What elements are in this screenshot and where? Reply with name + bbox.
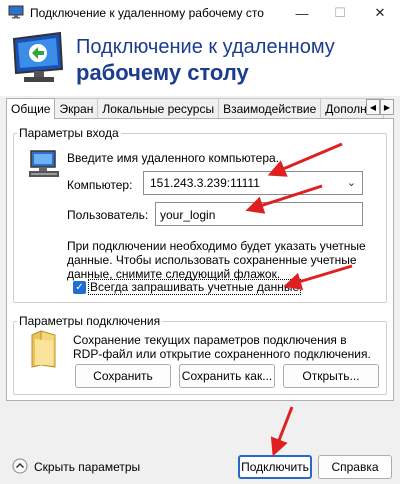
user-label: Пользователь: (67, 208, 149, 222)
close-button[interactable]: ✕ (360, 0, 400, 26)
tab-scroll-left-button[interactable]: ◀ (366, 99, 380, 115)
user-name-value: your_login (160, 208, 216, 222)
close-icon: ✕ (374, 5, 386, 20)
chevron-right-icon: ▶ (383, 102, 391, 112)
collapse-options-icon[interactable] (12, 458, 28, 474)
header-banner: Подключение к удаленному рабочему столу (0, 26, 400, 96)
open-button-label: Открыть... (302, 369, 360, 383)
connect-button[interactable]: Подключить (238, 455, 312, 479)
maximize-button[interactable]: ☐ (320, 0, 360, 26)
tab-general[interactable]: Общие (6, 98, 56, 119)
help-button-label: Справка (331, 460, 379, 474)
banner-title-line1: Подключение к удаленному (76, 36, 335, 58)
tab-label: Локальные ресурсы (102, 102, 215, 116)
save-button[interactable]: Сохранить (75, 364, 171, 388)
tab-display[interactable]: Экран (54, 98, 99, 118)
connect-button-label: Подключить (241, 460, 309, 474)
checkmark-icon: ✓ (75, 282, 84, 293)
chevron-left-icon: ◀ (369, 102, 377, 112)
connection-group-title: Параметры подключения (17, 314, 163, 328)
user-name-field[interactable]: your_login (155, 202, 363, 226)
always-ask-credentials-checkbox[interactable]: ✓ (73, 281, 86, 294)
banner-title-line2: рабочему столу (76, 60, 249, 85)
connection-desc-line2: RDP-файл или открытие сохраненного подкл… (73, 347, 371, 361)
minimize-icon: — (295, 5, 309, 21)
info-text-line2: данные. Чтобы использовать сохраненные у… (67, 253, 357, 267)
computer-combobox[interactable]: 151.243.3.239:11111 ⌄ (143, 171, 363, 195)
computer-value: 151.243.3.239:11111 (150, 176, 260, 190)
hide-options-link[interactable]: Скрыть параметры (34, 460, 140, 474)
login-group-title: Параметры входа (17, 126, 121, 140)
arrow-to-connect (270, 406, 294, 457)
save-as-button[interactable]: Сохранить как... (179, 364, 275, 388)
save-as-button-label: Сохранить как... (181, 369, 273, 383)
help-button[interactable]: Справка (318, 455, 392, 479)
folder-icon (31, 330, 56, 368)
computer-prompt-text: Введите имя удаленного компьютера. (67, 151, 280, 165)
minimize-button[interactable]: — (282, 0, 322, 26)
tab-label: Экран (59, 102, 94, 116)
always-ask-credentials-label[interactable]: Всегда запрашивать учетные данные (88, 279, 302, 295)
remote-desktop-logo-icon (12, 31, 64, 82)
open-button[interactable]: Открыть... (283, 364, 379, 388)
tab-experience[interactable]: Взаимодействие (218, 98, 322, 118)
connection-desc-line1: Сохранение текущих параметров подключени… (73, 333, 347, 347)
remote-desktop-icon (8, 5, 24, 19)
computer-icon (29, 150, 59, 177)
window-title: Подключение к удаленному рабочему сто (30, 6, 264, 20)
tab-label: Общие (11, 102, 51, 116)
tab-strip: Общие Экран Локальные ресурсы Взаимодейс… (6, 98, 394, 119)
tab-label: Взаимодействие (223, 102, 317, 116)
chevron-down-icon: ⌄ (346, 177, 356, 189)
tab-scroll-right-button[interactable]: ▶ (380, 99, 394, 115)
tab-panel-general: Параметры входа Введите имя удаленного к… (6, 118, 394, 401)
computer-label: Компьютер: (67, 178, 133, 192)
tab-local-resources[interactable]: Локальные ресурсы (97, 98, 220, 118)
save-button-label: Сохранить (93, 369, 153, 383)
title-bar: Подключение к удаленному рабочему сто — … (0, 0, 400, 26)
maximize-icon: ☐ (334, 5, 346, 20)
info-text-line1: При подключении необходимо будет указать… (67, 239, 366, 253)
